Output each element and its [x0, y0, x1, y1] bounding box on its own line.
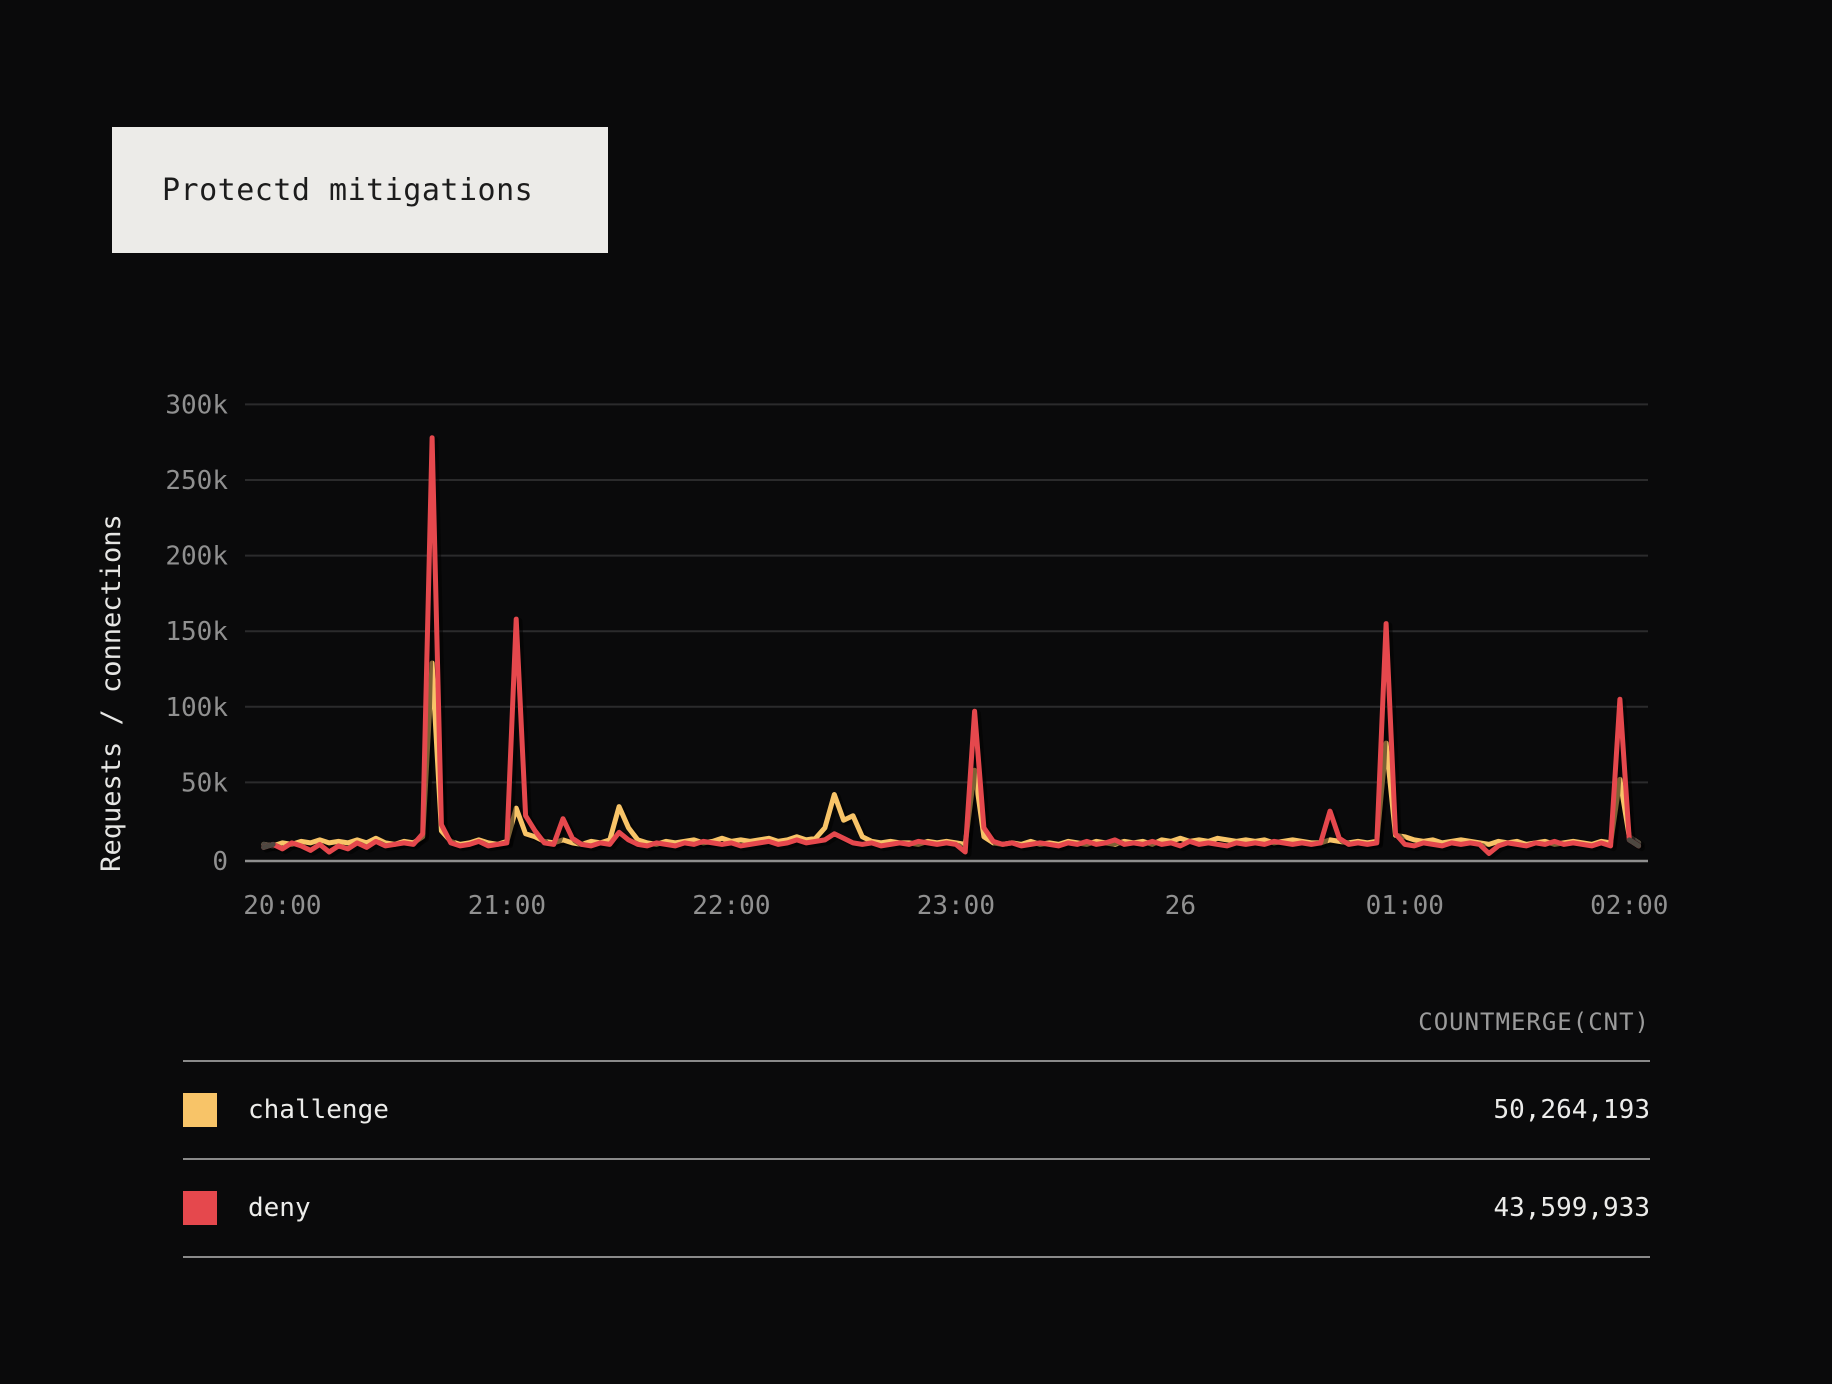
legend-row-challenge[interactable]: challenge 50,264,193: [183, 1062, 1650, 1158]
legend-label: challenge: [248, 1095, 389, 1125]
x-tick-label: 02:00: [1590, 891, 1668, 921]
y-tick-label: 150k: [165, 617, 228, 647]
x-tick-label: 22:00: [692, 891, 770, 921]
x-tick-label: 01:00: [1366, 891, 1444, 921]
x-tick-label: 23:00: [917, 891, 995, 921]
deny-swatch: [183, 1191, 217, 1225]
x-tick-label: 26: [1165, 891, 1196, 921]
y-tick-label: 50k: [181, 768, 228, 798]
legend-row-deny[interactable]: deny 43,599,933: [183, 1160, 1650, 1256]
deny-line[interactable]: [261, 435, 1642, 856]
legend-table: COUNTMERGE(CNT) challenge 50,264,193 den…: [183, 1008, 1650, 1258]
challenge-line-shadow: [263, 661, 1645, 852]
x-tick-label: 20:00: [243, 891, 321, 921]
legend-header-row: COUNTMERGE(CNT): [183, 1008, 1650, 1060]
legend-divider: [183, 1256, 1650, 1258]
legend-value: 50,264,193: [1493, 1095, 1650, 1125]
y-tick-label: 0: [212, 847, 228, 877]
mitigations-timeseries-chart[interactable]: 0 50k 100k 150k 200k 250k 300k 20:00 21:00 22:00 2…: [0, 0, 1832, 960]
deny-line-endcap: [261, 841, 276, 850]
deny-line-shadow: [263, 436, 1645, 859]
legend-label: deny: [248, 1193, 311, 1223]
challenge-line[interactable]: [261, 660, 1642, 849]
challenge-swatch: [183, 1093, 217, 1127]
legend-value: 43,599,933: [1493, 1193, 1650, 1223]
x-tick-label: 21:00: [468, 891, 546, 921]
y-tick-label: 200k: [165, 542, 228, 572]
legend-column-header: COUNTMERGE(CNT): [1418, 1008, 1650, 1036]
y-tick-label: 300k: [165, 390, 228, 420]
y-tick-label: 250k: [165, 466, 228, 496]
y-tick-label: 100k: [165, 693, 228, 723]
